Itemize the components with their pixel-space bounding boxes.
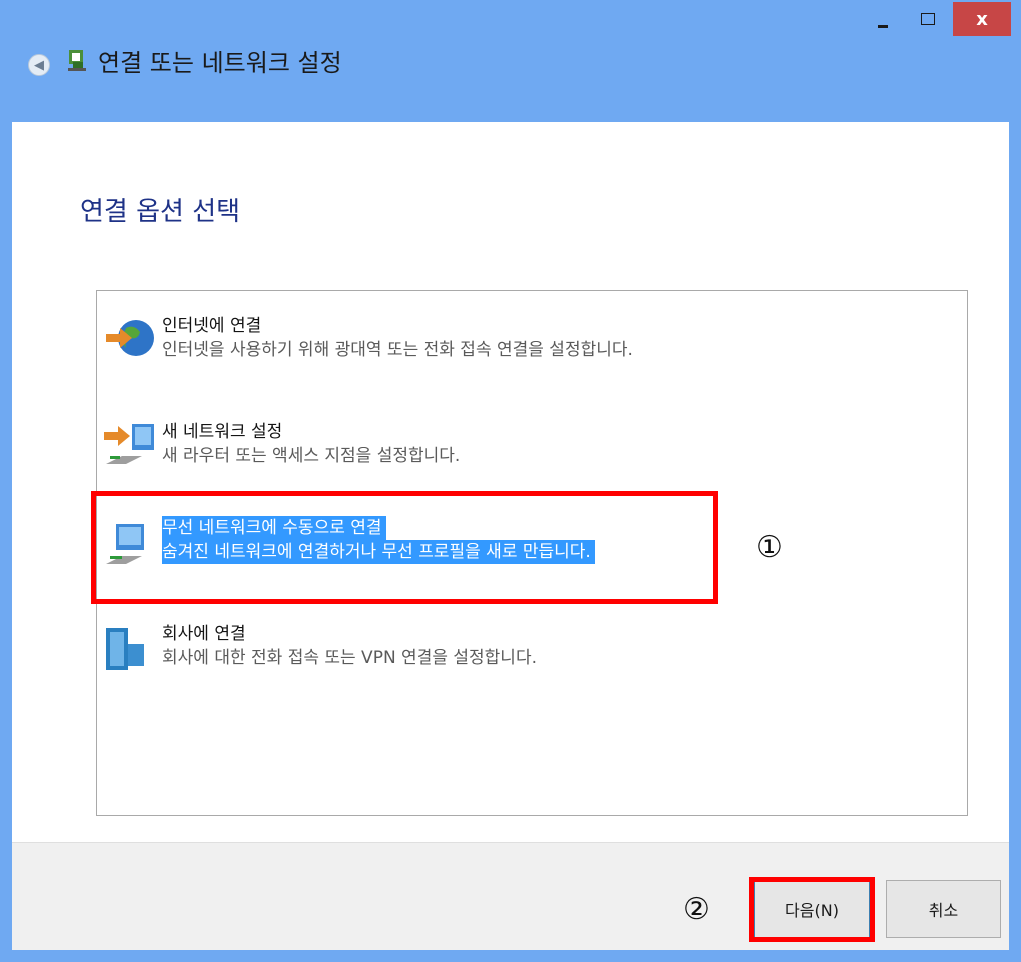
highlight-next-button: [749, 877, 875, 942]
option-description: 회사에 대한 전화 접속 또는 VPN 연결을 설정합니다.: [162, 648, 537, 668]
globe-internet-icon: [100, 314, 160, 374]
back-button[interactable]: ◀: [28, 54, 50, 76]
network-setup-icon: [66, 48, 90, 78]
option-new-network[interactable]: 새 네트워크 설정 새 라우터 또는 액세스 지점을 설정합니다.: [100, 420, 760, 476]
title-bar: x: [0, 0, 1021, 42]
minimize-button[interactable]: [868, 2, 898, 36]
maximize-icon: [921, 13, 935, 25]
option-title: 회사에 연결: [162, 624, 246, 644]
router-network-icon: [100, 420, 160, 480]
close-icon: x: [976, 8, 988, 30]
back-arrow-icon: ◀: [34, 57, 44, 73]
step-marker-1: ①: [756, 530, 783, 565]
close-button[interactable]: x: [953, 2, 1011, 36]
window: x ◀ 연결 또는 네트워크 설정 연결 옵션 선택 인터넷에 연결 인터넷을 …: [0, 0, 1021, 962]
cancel-button[interactable]: 취소: [886, 880, 1001, 938]
option-title: 새 네트워크 설정: [162, 422, 283, 442]
option-description: 새 라우터 또는 액세스 지점을 설정합니다.: [162, 446, 461, 466]
maximize-button[interactable]: [913, 2, 943, 36]
option-workplace[interactable]: 회사에 연결 회사에 대한 전화 접속 또는 VPN 연결을 설정합니다.: [100, 622, 760, 678]
highlight-selected-option: [91, 491, 718, 604]
page-title: 연결 옵션 선택: [80, 197, 241, 227]
window-title: 연결 또는 네트워크 설정: [98, 49, 342, 77]
option-internet[interactable]: 인터넷에 연결 인터넷을 사용하기 위해 광대역 또는 전화 접속 연결을 설정…: [100, 314, 760, 370]
workplace-building-icon: [100, 622, 160, 682]
minimize-icon: [878, 24, 888, 28]
option-description: 인터넷을 사용하기 위해 광대역 또는 전화 접속 연결을 설정합니다.: [162, 340, 633, 360]
option-title: 인터넷에 연결: [162, 316, 262, 336]
step-marker-2: ②: [683, 892, 710, 927]
